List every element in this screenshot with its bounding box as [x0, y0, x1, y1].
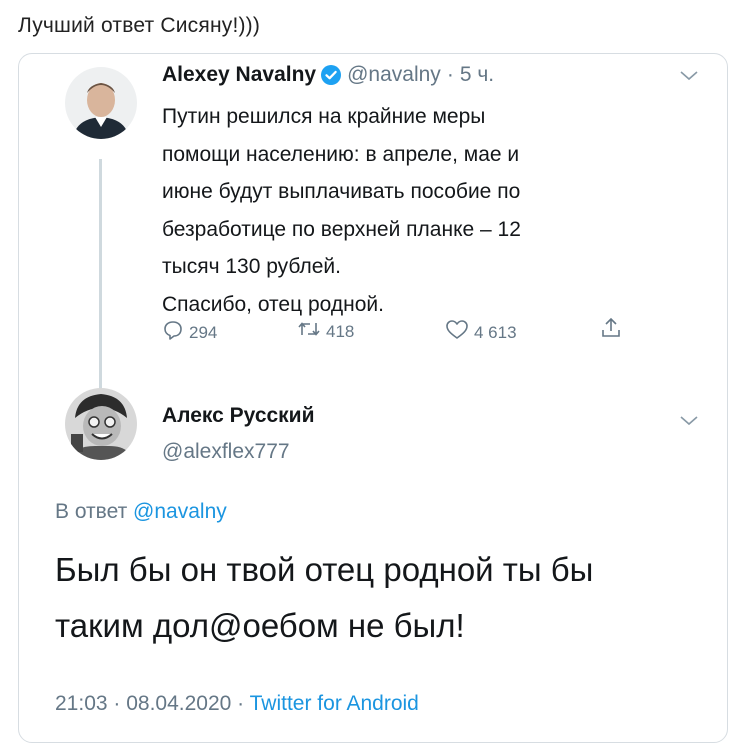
in-reply-handle-link[interactable]: @navalny: [133, 500, 227, 523]
retweet-button[interactable]: 418: [297, 319, 354, 344]
reply-tweet-text: Был бы он твой отец родной ты бы таким д…: [55, 542, 593, 654]
original-author-name[interactable]: Alexey Navalny: [162, 63, 316, 87]
verified-badge-icon: [321, 65, 342, 85]
heart-icon: [445, 319, 474, 346]
share-button[interactable]: [600, 316, 627, 345]
tweet-line: тысяч 130 рублей.: [162, 255, 341, 278]
header-separator: ·: [446, 63, 454, 86]
original-tweet-text: Путин решился на крайние меры помощи нас…: [162, 98, 682, 323]
reply-count: 294: [189, 322, 218, 342]
in-reply-prefix: В ответ: [55, 500, 128, 523]
reply-icon: [162, 319, 189, 346]
original-tweet-time[interactable]: 5 ч.: [460, 63, 494, 87]
thread-line: [99, 159, 102, 421]
tweet-line: июне будут выплачивать пособие по: [162, 180, 521, 203]
tweet-meta: 21:03 · 08.04.2020 · Twitter for Android: [55, 692, 419, 716]
tweet-line: помощи населению: в апреле, мае и: [162, 142, 520, 166]
retweet-count: 418: [326, 321, 355, 341]
original-header: Alexey Navalny @navalny · 5 ч.: [162, 63, 494, 87]
navalny-avatar[interactable]: [65, 67, 137, 139]
reply-author-handle[interactable]: @alexflex777: [162, 440, 290, 464]
tweet-line: Был бы он твой отец родной ты бы: [55, 551, 594, 588]
reply-button[interactable]: 294: [162, 319, 217, 346]
tweet-card: Alexey Navalny @navalny · 5 ч. Путин реш…: [18, 53, 728, 743]
share-icon: [600, 316, 627, 345]
tweet-line: Путин решился на крайние меры: [162, 105, 486, 128]
original-author-handle[interactable]: @navalny: [347, 63, 441, 87]
chevron-down-icon[interactable]: [679, 69, 699, 87]
reply-author-name[interactable]: Алекс Русский: [162, 404, 315, 428]
tweet-source-link[interactable]: Twitter for Android: [250, 692, 419, 715]
like-count: 4 613: [474, 322, 517, 342]
chevron-down-icon[interactable]: [679, 414, 699, 432]
tweet-line: безработице по верхней планке – 12: [162, 217, 521, 241]
tweet-line: таким дол@оебом не был!: [55, 607, 465, 644]
tweet-actions: 294 418 4 613: [162, 316, 632, 349]
retweet-icon: [297, 319, 326, 344]
alex-avatar[interactable]: [65, 388, 137, 460]
in-reply-to: В ответ @navalny: [55, 500, 227, 524]
post-caption: Лучший ответ Сисяну!))): [18, 14, 261, 37]
tweet-timestamp[interactable]: 21:03 · 08.04.2020 ·: [55, 692, 244, 715]
like-button[interactable]: 4 613: [445, 319, 517, 346]
